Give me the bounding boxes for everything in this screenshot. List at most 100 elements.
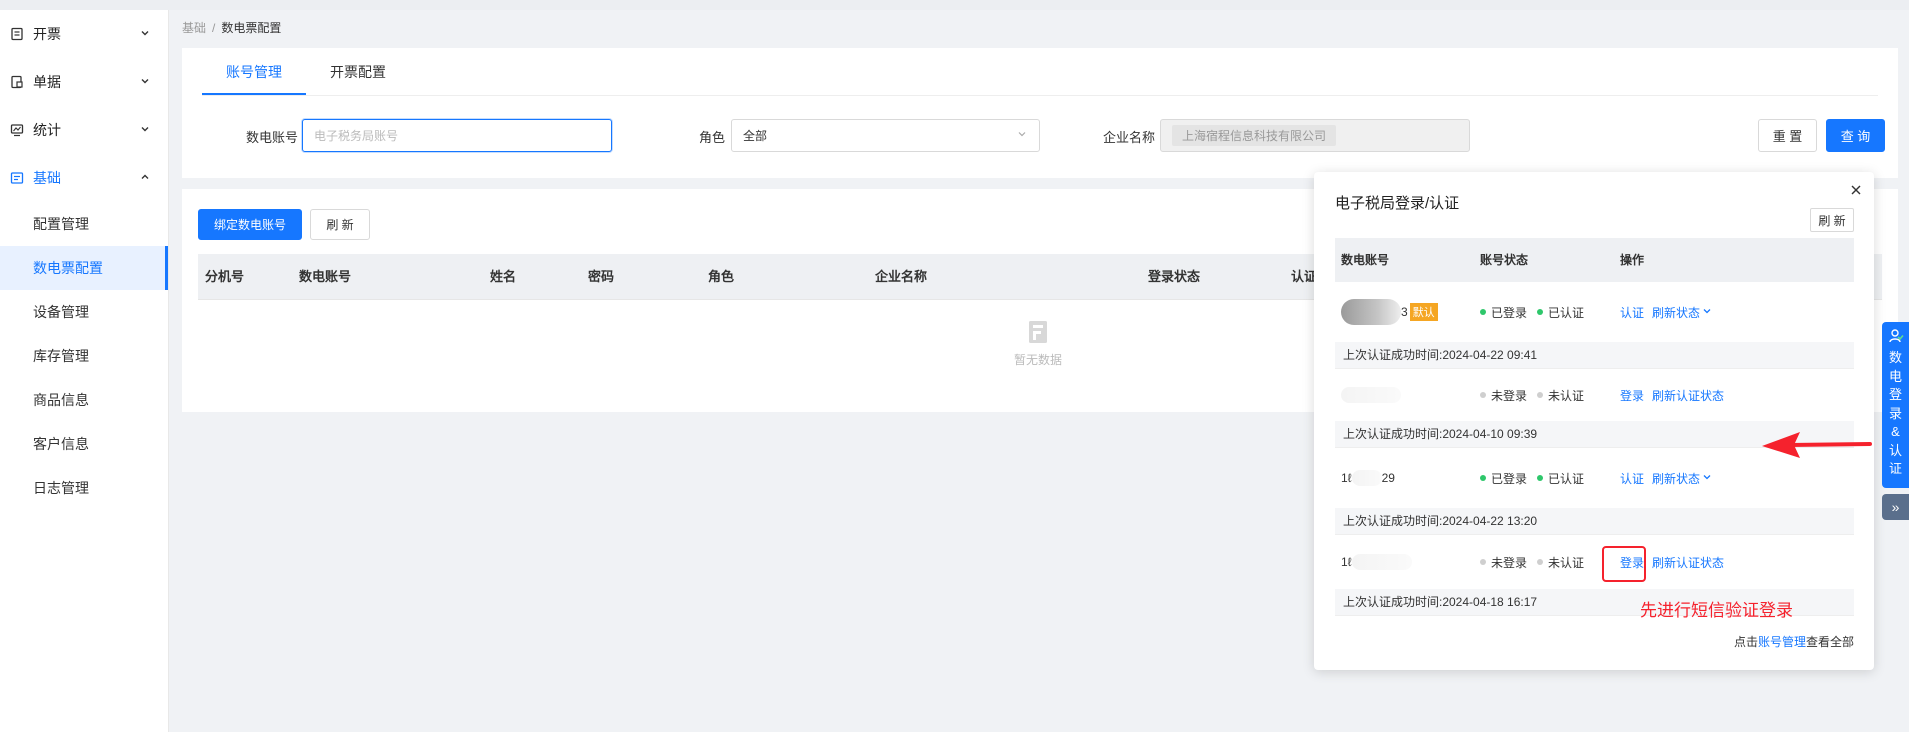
status-cell: 已登录 已认证: [1480, 448, 1594, 508]
refresh-status-link[interactable]: 刷新状态: [1652, 470, 1700, 487]
refresh-auth-status-link[interactable]: 刷新认证状态: [1652, 387, 1724, 404]
role-select[interactable]: 全部: [731, 119, 1040, 152]
arrow-left-icon: [1762, 432, 1872, 458]
chevron-down-icon: [140, 122, 150, 137]
role-value: 全部: [743, 129, 768, 143]
redacted-account: [1351, 554, 1412, 570]
menu-group-documents[interactable]: 单据: [0, 58, 168, 106]
document-icon: [10, 75, 24, 89]
breadcrumb-current: 数电票配置: [221, 21, 282, 35]
chevron-down-icon: [140, 26, 150, 41]
refresh-button[interactable]: 刷 新: [310, 209, 370, 240]
status-dot-green: [1480, 475, 1486, 481]
menu-group-label: 统计: [33, 122, 61, 138]
column-header: 数电账号: [1341, 253, 1390, 267]
status-dot-gray: [1537, 392, 1544, 398]
chevron-down-icon: [140, 74, 150, 89]
sidebar-item-customers[interactable]: 客户信息: [0, 422, 168, 466]
account-row-main: 未登录 未认证 登录 刷新认证状态: [1335, 369, 1854, 421]
account-management-link[interactable]: 账号管理: [1758, 635, 1806, 649]
authenticate-link[interactable]: 认证: [1620, 470, 1644, 487]
tab-account-management[interactable]: 账号管理: [202, 48, 306, 95]
auth-status: 未认证: [1548, 555, 1585, 570]
status-cell: 未登录 未认证: [1480, 535, 1594, 589]
menu-group-label: 单据: [33, 74, 61, 90]
sidebar: 开票 单据 统计 基础 配置管理 数电票配置 设备管理 库存管理 商品信息 客户…: [0, 10, 169, 732]
redacted-account: [1351, 470, 1382, 486]
column-header: 数电账号: [299, 269, 352, 284]
breadcrumb-parent[interactable]: 基础: [182, 21, 206, 35]
account-cell: [1341, 369, 1401, 421]
actions-cell: 认证 刷新状态: [1620, 282, 1712, 342]
footer-prefix: 点击: [1733, 635, 1758, 649]
column-header: 密码: [588, 269, 615, 284]
expand-icon[interactable]: »: [1882, 494, 1909, 520]
status-dot-gray: [1480, 392, 1486, 398]
menu-group-label: 基础: [33, 170, 61, 186]
column-header: 企业名称: [875, 269, 928, 284]
login-status: 已登录: [1491, 471, 1528, 486]
sidebar-item-inventory[interactable]: 库存管理: [0, 334, 168, 378]
popup-title: 电子税局登录/认证: [1335, 195, 1460, 212]
chevron-down-icon: [1016, 128, 1028, 143]
e-invoice-login-float-tab[interactable]: 数电登录&认证: [1882, 322, 1909, 488]
popup-footer: 点击账号管理查看全部: [1734, 633, 1854, 650]
empty-data-icon: [1027, 321, 1049, 347]
breadcrumb-separator: /: [212, 21, 216, 35]
top-strip: [0, 0, 1909, 10]
tabs-divider: [202, 95, 1878, 96]
account-row-main: 3 默认 已登录 已认证 认证 刷新状态: [1335, 282, 1854, 342]
annotation-text: 先进行短信验证登录: [1640, 601, 1793, 620]
account-suffix: 3: [1401, 305, 1408, 319]
sidebar-item-e-invoice-config[interactable]: 数电票配置: [0, 246, 168, 290]
column-header: 账号状态: [1480, 253, 1529, 267]
actions-cell: 登录 刷新认证状态: [1620, 369, 1732, 421]
footer-suffix: 查看全部: [1805, 635, 1854, 649]
status-cell: 未登录 未认证: [1480, 369, 1594, 421]
authenticate-link[interactable]: 认证: [1620, 304, 1644, 321]
filter-card: 账号管理 开票配置 数电账号 电子税务局账号 角色 全部 企业名称 上海宿程信息…: [182, 48, 1898, 178]
tab-invoice-config[interactable]: 开票配置: [306, 48, 410, 95]
status-dot-gray: [1537, 559, 1544, 565]
chevron-down-icon[interactable]: [1702, 305, 1712, 319]
sidebar-item-logs[interactable]: 日志管理: [0, 466, 168, 510]
sidebar-item-products[interactable]: 商品信息: [0, 378, 168, 422]
status-dot-gray: [1480, 559, 1486, 565]
login-status: 未登录: [1491, 555, 1528, 570]
account-row-main: 1ℓ 未登录 未认证 登录 刷新认证状态: [1335, 535, 1854, 589]
bind-account-button[interactable]: 绑定数电账号: [198, 209, 302, 240]
status-cell: 已登录 已认证: [1480, 282, 1594, 342]
column-header: 分机号: [205, 269, 245, 284]
popup-refresh-button[interactable]: 刷 新: [1810, 208, 1854, 232]
invoice-icon: [10, 27, 24, 41]
login-status: 已登录: [1491, 305, 1528, 320]
auth-status: 已认证: [1548, 471, 1585, 486]
empty-state: 暂无数据: [1008, 320, 1068, 368]
chart-icon: [10, 123, 24, 137]
account-label: 数电账号: [246, 130, 299, 145]
account-cell: 1ℓ 29: [1341, 448, 1395, 508]
search-button[interactable]: 查 询: [1826, 119, 1885, 152]
refresh-status-link[interactable]: 刷新状态: [1652, 304, 1700, 321]
company-select[interactable]: 上海宿程信息科技有限公司: [1160, 119, 1470, 152]
login-link[interactable]: 登录: [1620, 387, 1644, 404]
user-check-icon: [1888, 328, 1904, 347]
highlight-box: [1602, 546, 1646, 582]
account-input[interactable]: 电子税务局账号: [302, 119, 612, 152]
column-header: 角色: [708, 269, 735, 284]
menu-group-basic[interactable]: 基础: [0, 154, 168, 202]
default-badge: 默认: [1409, 303, 1438, 321]
sidebar-item-device[interactable]: 设备管理: [0, 290, 168, 334]
status-dot-green: [1537, 475, 1544, 481]
menu-group-invoice[interactable]: 开票: [0, 10, 168, 58]
settings-box-icon: [10, 171, 24, 185]
chevron-down-icon[interactable]: [1702, 471, 1712, 485]
sidebar-item-config[interactable]: 配置管理: [0, 202, 168, 246]
menu-group-statistics[interactable]: 统计: [0, 106, 168, 154]
refresh-auth-status-link[interactable]: 刷新认证状态: [1652, 554, 1724, 571]
account-cell: 1ℓ: [1341, 535, 1412, 589]
auth-status: 未认证: [1548, 388, 1585, 403]
reset-button[interactable]: 重 置: [1758, 119, 1817, 152]
last-auth-time: 上次认证成功时间:2024-04-22 09:41: [1335, 342, 1854, 368]
close-icon[interactable]: [1850, 180, 1862, 201]
